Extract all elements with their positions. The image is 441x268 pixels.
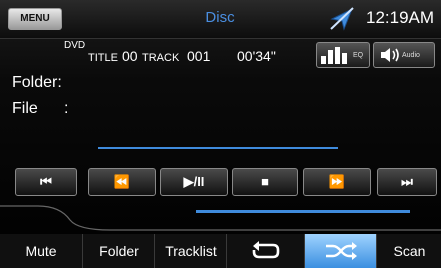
eq-button[interactable]: EQ xyxy=(316,42,370,68)
title-label: TITLE xyxy=(88,52,118,64)
navigation-off-icon[interactable] xyxy=(328,5,356,33)
stop-button[interactable]: ■ xyxy=(232,168,298,196)
decorative-curve xyxy=(0,205,441,231)
audio-button[interactable]: Audio xyxy=(373,42,435,68)
file-colon: : xyxy=(64,100,69,117)
equalizer-icon xyxy=(321,47,347,64)
clock: 12:19AM xyxy=(366,8,435,27)
folder-label: Folder: xyxy=(12,74,62,91)
track-number: 001 xyxy=(187,48,211,64)
repeat-icon xyxy=(252,241,280,259)
mute-button[interactable]: Mute xyxy=(0,234,82,268)
menu-button[interactable]: MENU xyxy=(8,8,62,30)
folder-button[interactable]: Folder xyxy=(82,234,155,268)
shuffle-button[interactable] xyxy=(304,234,377,268)
play-pause-button[interactable]: ▶/II xyxy=(160,168,228,196)
shuffle-icon xyxy=(326,242,357,260)
previous-button[interactable]: ⏮ xyxy=(15,168,77,196)
top-bar: MENU Disc 12:19AM xyxy=(0,0,441,39)
rewind-button[interactable]: ⏪ xyxy=(88,168,156,196)
elapsed-time: 00'34" xyxy=(237,48,276,64)
progress-bar[interactable] xyxy=(98,147,338,149)
tracklist-button[interactable]: Tracklist xyxy=(154,234,227,268)
volume-slider[interactable] xyxy=(196,210,410,213)
fast-forward-button[interactable]: ⏩ xyxy=(303,168,371,196)
bottom-bar: Mute Folder Tracklist Scan xyxy=(0,234,441,268)
transport-controls: ⏮ ⏪ ▶/II ■ ⏩ ⏭ xyxy=(0,168,441,196)
track-label: TRACK xyxy=(142,52,180,64)
title-number: 00 xyxy=(122,48,138,64)
speaker-icon xyxy=(381,48,399,62)
audio-label: Audio xyxy=(402,52,420,59)
scan-button[interactable]: Scan xyxy=(376,234,441,268)
source-title: Disc xyxy=(205,9,235,26)
file-label: File xyxy=(12,100,38,117)
disc-player-screen: MENU Disc 12:19AM DVD TITLE 00 TRACK 001… xyxy=(0,0,441,268)
repeat-button[interactable] xyxy=(226,234,305,268)
eq-label: EQ xyxy=(353,52,364,59)
media-type-label: DVD xyxy=(64,40,86,51)
next-button[interactable]: ⏭ xyxy=(377,168,437,196)
